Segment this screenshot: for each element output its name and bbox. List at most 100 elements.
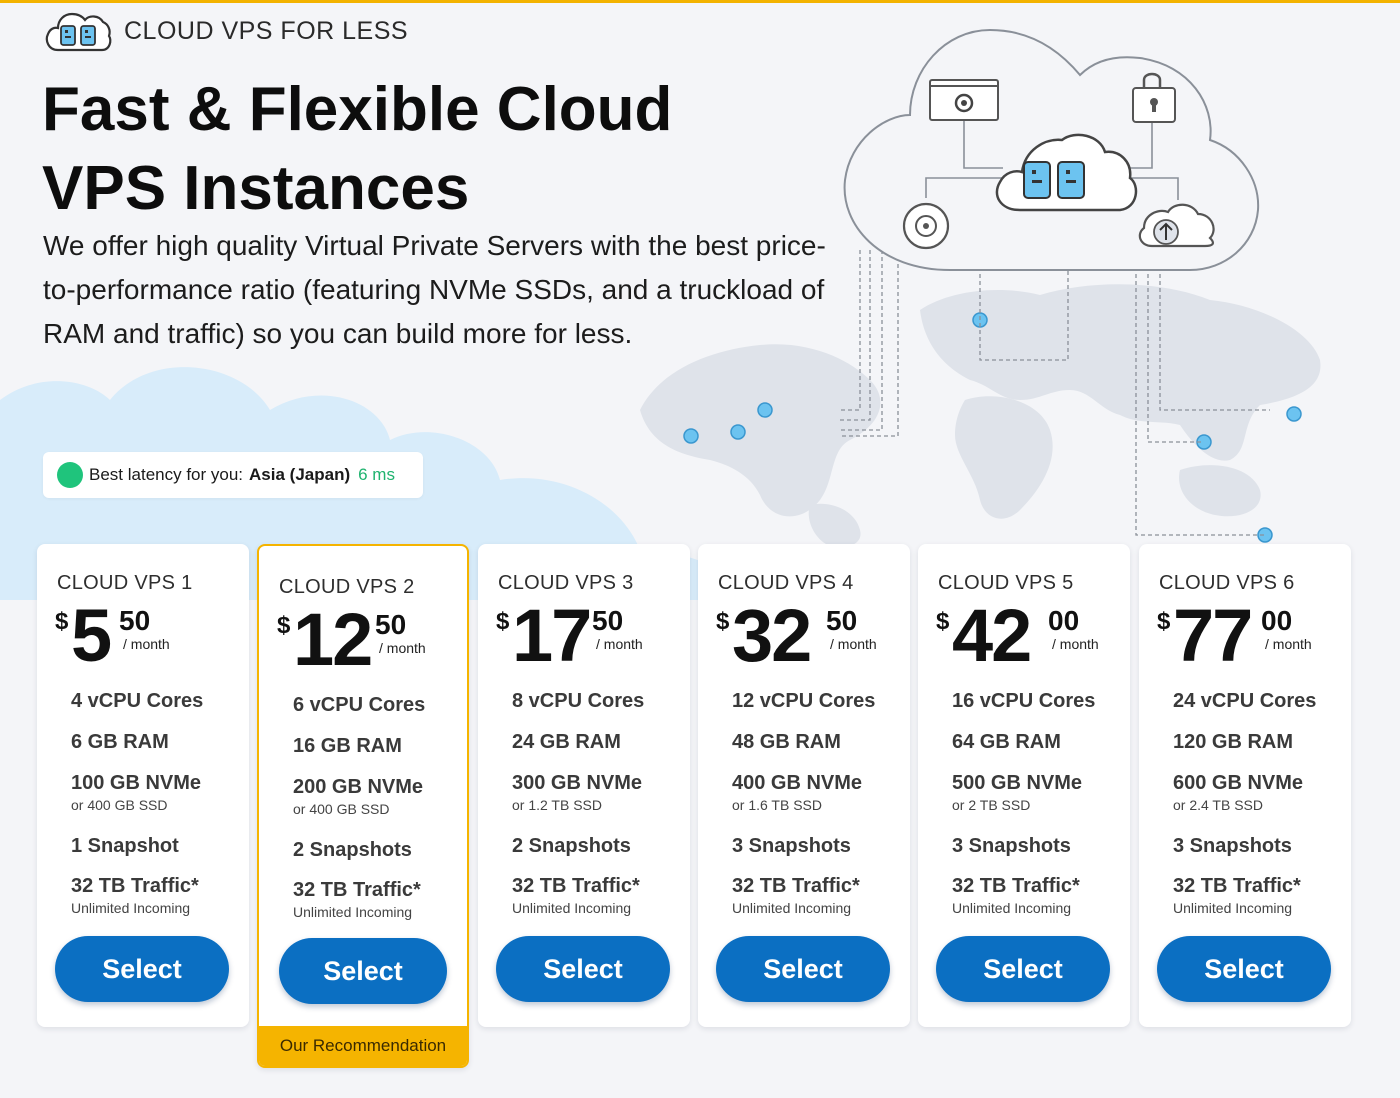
spec-storage-alt: or 2.4 TB SSD xyxy=(1173,797,1264,813)
spec-snapshots: 2 Snapshots xyxy=(293,839,412,861)
spec-snapshots: 3 Snapshots xyxy=(952,835,1071,857)
select-button-cloud-vps-6[interactable]: Select xyxy=(1157,936,1331,1002)
price-period: / month xyxy=(1052,636,1099,652)
spec-incoming: Unlimited Incoming xyxy=(71,900,191,916)
spec-cpu: 8 vCPU Cores xyxy=(512,690,645,712)
spec-snapshots: 3 Snapshots xyxy=(732,835,851,857)
hero-description: We offer high quality Virtual Private Se… xyxy=(43,230,826,349)
spec-incoming: Unlimited Incoming xyxy=(952,900,1072,916)
latency-status-dot xyxy=(57,462,83,488)
price-cents: 00 xyxy=(1048,605,1080,636)
price-cents: 50 xyxy=(119,605,151,636)
cloud-servers-icon xyxy=(45,12,112,52)
page-title: Fast & Flexible Cloud VPS Instances xyxy=(42,75,673,223)
location-pin-icon xyxy=(683,428,699,444)
select-button-cloud-vps-1[interactable]: Select xyxy=(55,936,229,1002)
price-currency: $ xyxy=(716,608,730,635)
price-currency: $ xyxy=(496,608,510,635)
spec-storage: 300 GB NVMe xyxy=(512,772,643,794)
latency-value: 6 ms xyxy=(358,465,395,484)
price-integer: 32 xyxy=(732,594,812,677)
spec-cpu: 24 vCPU Cores xyxy=(1173,690,1317,712)
plan-card-cloud-vps-6: CLOUD VPS 6 $ 77 00 / month 24 vCPU Core… xyxy=(1139,544,1351,1027)
select-button-cloud-vps-2[interactable]: Select xyxy=(279,938,447,1004)
plan-name: CLOUD VPS 1 xyxy=(57,572,193,594)
select-button-cloud-vps-5[interactable]: Select xyxy=(936,936,1110,1002)
spec-storage: 600 GB NVMe xyxy=(1173,772,1304,794)
spec-traffic: 32 TB Traffic* xyxy=(71,875,199,897)
latency-location: Asia (Japan) xyxy=(249,465,351,484)
brand-name: CLOUD VPS FOR LESS xyxy=(124,16,409,45)
spec-ram: 120 GB RAM xyxy=(1173,731,1294,753)
spec-cpu: 16 vCPU Cores xyxy=(952,690,1096,712)
price-currency: $ xyxy=(55,608,69,635)
price-integer: 17 xyxy=(512,594,592,677)
spec-ram: 64 GB RAM xyxy=(952,731,1061,753)
location-pin-icon xyxy=(757,402,773,418)
plan-card-cloud-vps-2: CLOUD VPS 2 $ 12 50 / month 6 vCPU Cores… xyxy=(257,544,469,1068)
location-pin-icon xyxy=(1286,406,1302,422)
recommendation-badge: Our Recommendation xyxy=(259,1026,467,1066)
price-period: / month xyxy=(596,636,643,652)
spec-storage-alt: or 400 GB SSD xyxy=(293,801,390,817)
price-cents: 00 xyxy=(1261,605,1293,636)
location-pin-icon xyxy=(730,424,746,440)
plan-name: CLOUD VPS 6 xyxy=(1159,572,1295,594)
spec-traffic: 32 TB Traffic* xyxy=(293,879,421,901)
spec-ram: 16 GB RAM xyxy=(293,735,402,757)
spec-ram: 48 GB RAM xyxy=(732,731,841,753)
price-period: / month xyxy=(830,636,877,652)
price-period: / month xyxy=(379,640,426,656)
plan-card-cloud-vps-3: CLOUD VPS 3 $ 17 50 / month 8 vCPU Cores… xyxy=(478,544,690,1027)
plan-name: CLOUD VPS 5 xyxy=(938,572,1074,594)
spec-storage: 100 GB NVMe xyxy=(71,772,202,794)
spec-traffic: 32 TB Traffic* xyxy=(1173,875,1301,897)
latency-indicator: Best latency for you: Asia (Japan) 6 ms xyxy=(43,452,423,498)
price-cents: 50 xyxy=(375,609,407,640)
spec-storage: 500 GB NVMe xyxy=(952,772,1083,794)
plan-name: CLOUD VPS 3 xyxy=(498,572,634,594)
price-integer: 42 xyxy=(952,594,1032,677)
plan-card-cloud-vps-4: CLOUD VPS 4 $ 32 50 / month 12 vCPU Core… xyxy=(698,544,910,1027)
price-currency: $ xyxy=(1157,608,1171,635)
price-cents: 50 xyxy=(826,605,858,636)
spec-traffic: 32 TB Traffic* xyxy=(512,875,640,897)
plan-name: CLOUD VPS 2 xyxy=(279,576,415,598)
select-button-cloud-vps-4[interactable]: Select xyxy=(716,936,890,1002)
cloud-network-illustration xyxy=(840,28,1270,536)
spec-cpu: 6 vCPU Cores xyxy=(293,694,426,716)
price-currency: $ xyxy=(936,608,950,635)
spec-snapshots: 3 Snapshots xyxy=(1173,835,1292,857)
price-period: / month xyxy=(123,636,170,652)
spec-ram: 6 GB RAM xyxy=(71,731,169,753)
spec-ram: 24 GB RAM xyxy=(512,731,621,753)
latency-label: Best latency for you: xyxy=(89,465,244,484)
price-cents: 50 xyxy=(592,605,624,636)
price-period: / month xyxy=(1265,636,1312,652)
spec-storage-alt: or 1.6 TB SSD xyxy=(732,797,823,813)
disk-icon xyxy=(902,202,950,250)
spec-incoming: Unlimited Incoming xyxy=(1173,900,1293,916)
spec-storage-alt: or 2 TB SSD xyxy=(952,797,1031,813)
price-integer: 12 xyxy=(293,598,373,681)
spec-incoming: Unlimited Incoming xyxy=(732,900,852,916)
top-accent-line xyxy=(0,0,1400,3)
spec-incoming: Unlimited Incoming xyxy=(512,900,632,916)
spec-storage-alt: or 400 GB SSD xyxy=(71,797,168,813)
spec-traffic: 32 TB Traffic* xyxy=(952,875,1080,897)
select-button-cloud-vps-3[interactable]: Select xyxy=(496,936,670,1002)
spec-cpu: 4 vCPU Cores xyxy=(71,690,204,712)
brand[interactable]: CLOUD VPS FOR LESS xyxy=(44,10,408,52)
price-integer: 5 xyxy=(71,594,112,677)
spec-incoming: Unlimited Incoming xyxy=(293,904,413,920)
spec-storage: 400 GB NVMe xyxy=(732,772,863,794)
spec-snapshots: 1 Snapshot xyxy=(71,835,179,857)
plan-name: CLOUD VPS 4 xyxy=(718,572,854,594)
plan-card-cloud-vps-1: CLOUD VPS 1 $ 5 50 / month 4 vCPU Cores … xyxy=(37,544,249,1027)
spec-storage: 200 GB NVMe xyxy=(293,776,424,798)
settings-window-icon xyxy=(929,79,999,121)
spec-storage-alt: or 1.2 TB SSD xyxy=(512,797,603,813)
price-currency: $ xyxy=(277,612,291,639)
plan-card-cloud-vps-5: CLOUD VPS 5 $ 42 00 / month 16 vCPU Core… xyxy=(918,544,1130,1027)
spec-traffic: 32 TB Traffic* xyxy=(732,875,860,897)
